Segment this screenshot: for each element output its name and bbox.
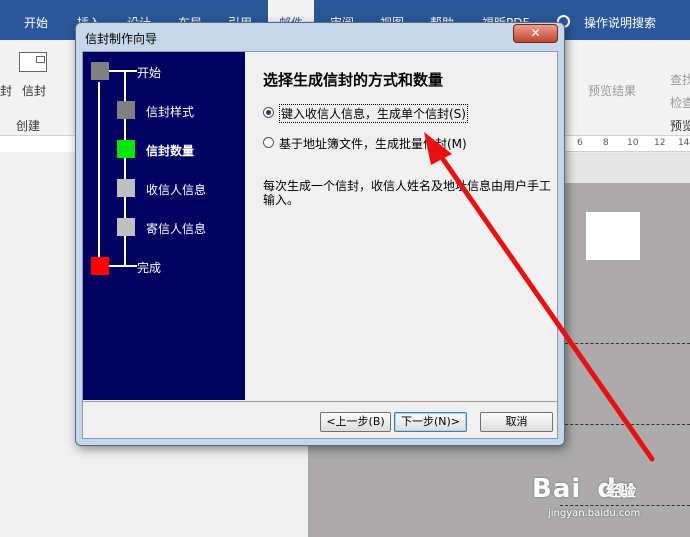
step-marker (117, 101, 135, 119)
step-marker (91, 257, 109, 275)
step-marker (117, 218, 135, 236)
envelope-wizard-dialog: 信封制作向导 ✕ 开始信封样式信封数量收信人信息寄信人信息完成 选择生成信封的方… (75, 22, 565, 446)
step-label: 信封样式 (146, 105, 195, 119)
step-connector (109, 265, 137, 267)
find-recipient-button[interactable]: 查找 (670, 71, 690, 88)
close-icon: ✕ (530, 26, 541, 40)
cancel-button[interactable]: 取消 (480, 412, 553, 432)
footer-divider (83, 401, 557, 402)
option-batch-label[interactable]: 基于地址簿文件，生成批量信封(M) (279, 135, 467, 152)
ribbon-tab[interactable]: 开始 (13, 0, 59, 40)
step-connector (98, 82, 100, 268)
step-label: 收信人信息 (146, 183, 207, 197)
envelope-address-box[interactable] (586, 212, 640, 260)
ruler-mark: 14 (678, 138, 690, 148)
step-connector (109, 70, 137, 72)
ruler-mark: 10 (627, 138, 639, 148)
dialog-body: 开始信封样式信封数量收信人信息寄信人信息完成 选择生成信封的方式和数量 键入收信… (82, 51, 558, 439)
envelopes-button[interactable]: 信封 (22, 82, 46, 99)
step-marker (117, 140, 135, 158)
wizard-content: 选择生成信封的方式和数量 键入收信人信息，生成单个信封(S) 基于地址簿文件，生… (245, 52, 557, 400)
step-label: 完成 (137, 261, 162, 275)
ruler-mark: 8 (603, 138, 609, 148)
create-group-label: 创建 (16, 119, 41, 133)
step-marker (117, 179, 135, 197)
dialog-title-bar[interactable]: 信封制作向导 ✕ (76, 23, 564, 51)
radio-batch[interactable] (263, 137, 274, 148)
back-button[interactable]: <上一步(B) (320, 412, 391, 432)
envelope-partial-label: 封 (0, 84, 13, 98)
document-page-top (560, 153, 690, 183)
preview-group-label: 预览 (670, 119, 690, 133)
dialog-title: 信封制作向导 (85, 32, 158, 46)
help-search-box[interactable]: 操作说明搜索 (584, 0, 656, 40)
ruler-mark: 12 (654, 138, 666, 148)
close-button[interactable]: ✕ (513, 24, 558, 43)
page-heading: 选择生成信封的方式和数量 (263, 71, 444, 89)
check-errors-button[interactable]: 检查 (670, 94, 690, 111)
ruler-mark: 6 (577, 138, 583, 148)
envelope-icon (19, 52, 47, 72)
horizontal-ruler: 6 8 10 12 14 (560, 137, 690, 152)
step-marker (91, 62, 109, 80)
next-button[interactable]: 下一步(N)> (394, 412, 467, 432)
watermark-url: jingyan.baidu.com (548, 508, 641, 519)
preview-results-button[interactable]: 预览结果 (588, 82, 636, 99)
step-label: 寄信人信息 (146, 222, 207, 236)
dashed-guide (560, 424, 690, 425)
option-description: 每次生成一个信封，收信人姓名及地址信息由用户手工输入。 (263, 179, 552, 207)
dashed-guide (560, 343, 690, 344)
watermark-subtitle: 经验 (606, 482, 637, 500)
radio-single[interactable] (263, 107, 274, 118)
step-label: 开始 (137, 66, 162, 80)
option-single-label[interactable]: 键入收信人信息，生成单个信封(S) (279, 104, 468, 123)
wizard-step-panel: 开始信封样式信封数量收信人信息寄信人信息完成 (83, 52, 245, 400)
dashed-guide (560, 505, 690, 506)
step-label: 信封数量 (146, 144, 195, 158)
